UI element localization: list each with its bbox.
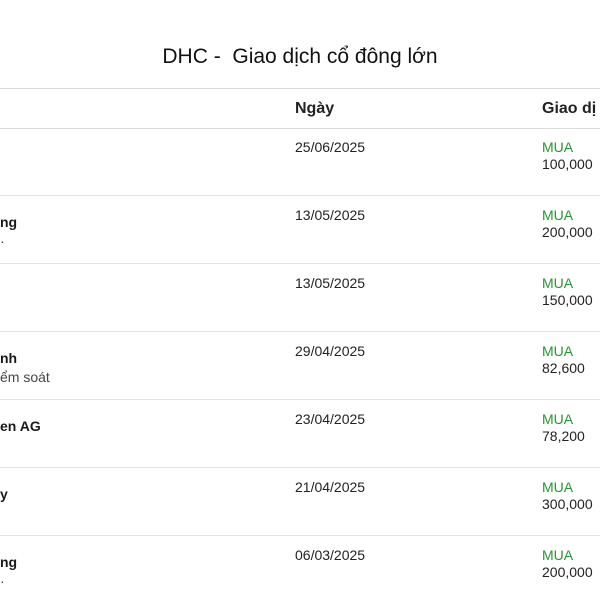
- trade-quantity: 78,200: [542, 428, 585, 444]
- table-row[interactable]: y 21/04/2025 MUA 300,000: [0, 468, 600, 536]
- trade-date: 06/03/2025: [295, 547, 366, 563]
- trade-action: MUA: [542, 547, 574, 563]
- table-row[interactable]: ng · 13/05/2025 MUA 200,000: [0, 196, 600, 264]
- trade-action: MUA: [542, 139, 574, 155]
- trade-quantity: 150,000: [542, 292, 593, 308]
- trade-date: 13/05/2025: [295, 207, 366, 223]
- trade-quantity: 300,000: [542, 496, 593, 512]
- trade-date: 29/04/2025: [295, 343, 366, 359]
- trade-date: 21/04/2025: [295, 479, 366, 495]
- shareholder-name: nh: [0, 350, 18, 366]
- shareholder-name: ng: [0, 214, 18, 230]
- trade-quantity: 200,000: [542, 564, 593, 580]
- trade-action: MUA: [542, 343, 574, 359]
- shareholder-role: ·: [0, 233, 5, 249]
- trade-action: MUA: [542, 275, 574, 291]
- trade-date: 13/05/2025: [295, 275, 366, 291]
- trade-action: MUA: [542, 411, 574, 427]
- trade-date: 23/04/2025: [295, 411, 366, 427]
- trades-table-body: 25/06/2025 MUA 100,000 ng · 13/05/2025 M…: [0, 128, 600, 600]
- shareholder-name: y: [0, 486, 8, 502]
- column-header-trade[interactable]: Giao dị: [542, 100, 596, 118]
- table-header: Ngày Giao dị: [0, 88, 600, 129]
- trade-date: 25/06/2025: [295, 139, 366, 155]
- table-row[interactable]: 25/06/2025 MUA 100,000: [0, 128, 600, 196]
- column-header-date[interactable]: Ngày: [295, 100, 334, 118]
- trade-action: MUA: [542, 207, 574, 223]
- table-row[interactable]: nh ểm soát 29/04/2025 MUA 82,600: [0, 332, 600, 400]
- trade-quantity: 100,000: [542, 156, 593, 172]
- shareholder-name: en AG: [0, 418, 41, 434]
- trade-quantity: 200,000: [542, 224, 593, 240]
- table-row[interactable]: ng · 06/03/2025 MUA 200,000: [0, 536, 600, 600]
- shareholder-role: ·: [0, 573, 5, 589]
- table-row[interactable]: 13/05/2025 MUA 150,000: [0, 264, 600, 332]
- shareholder-role: ểm soát: [0, 369, 50, 385]
- table-row[interactable]: en AG 23/04/2025 MUA 78,200: [0, 400, 600, 468]
- major-shareholder-trades-page: DHC - Giao dịch cổ đông lớn Ngày Giao dị…: [0, 0, 600, 600]
- shareholder-name: ng: [0, 554, 18, 570]
- trade-quantity: 82,600: [542, 360, 585, 376]
- trade-action: MUA: [542, 479, 574, 495]
- page-title: DHC - Giao dịch cổ đông lớn: [162, 45, 438, 68]
